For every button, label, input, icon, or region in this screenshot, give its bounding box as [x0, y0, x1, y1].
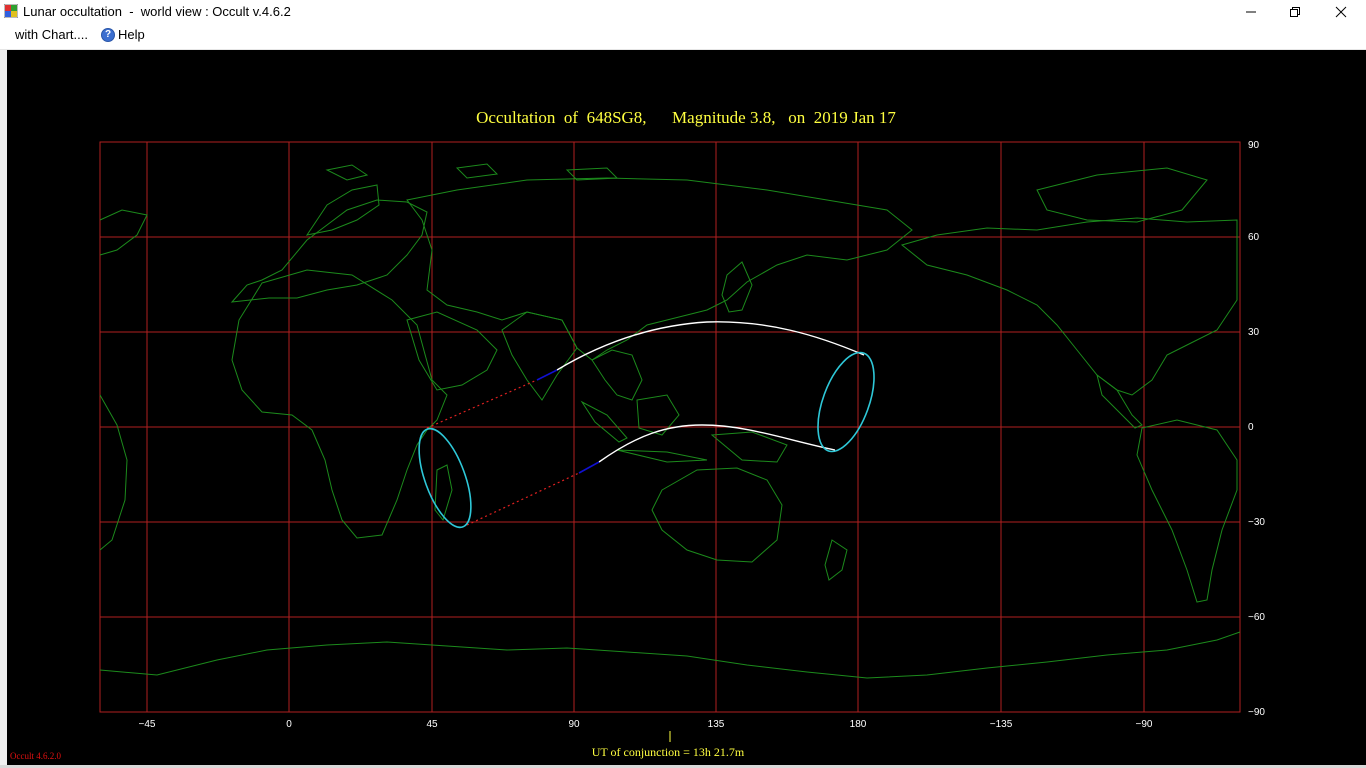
coast-borneo [636, 394, 680, 436]
world-map: Occultation of 648SG8, Magnitude 3.8, on… [99, 108, 1265, 759]
coastlines [99, 163, 1241, 679]
coast-new-zealand [824, 539, 848, 581]
longitude-label: 135 [708, 719, 725, 730]
longitude-label: 0 [286, 719, 292, 730]
latitude-label: 0 [1248, 422, 1254, 433]
restore-button[interactable] [1272, 0, 1318, 23]
conjunction-label: UT of conjunction = 13h 21.7m [592, 745, 745, 759]
coast-sumatra [580, 400, 628, 443]
longitude-label: −90 [1136, 719, 1153, 730]
longitude-label: −45 [139, 719, 156, 730]
menu-help[interactable]: ? Help [101, 27, 145, 42]
window-title-bar: Lunar occultation - world view : Occult … [0, 0, 1366, 23]
version-label: Occult 4.6.2.0 [10, 751, 61, 761]
longitude-labels: −45 0 45 90 135 180 −135 −90 [139, 719, 1153, 730]
menu-help-label: Help [118, 27, 145, 42]
path-below-horizon-south [466, 472, 580, 526]
coast-central-america [1096, 373, 1143, 429]
path-twilight-south [578, 461, 600, 474]
path-twilight-north [536, 369, 558, 381]
coast-north-america [900, 217, 1238, 396]
path-south-limit [598, 424, 836, 463]
coast-antarctica [99, 631, 1241, 679]
coast-asia-north [406, 177, 913, 361]
coast-west-edge-north [99, 209, 148, 256]
menu-with-chart[interactable]: with Chart.... [15, 27, 88, 42]
coast-australia [651, 467, 783, 563]
graticule-grid [99, 141, 1241, 713]
coast-south-america [1136, 419, 1238, 603]
coast-se-asia [591, 349, 643, 401]
longitude-label: 45 [426, 719, 438, 730]
coast-scandinavia [305, 184, 380, 236]
longitude-label: 180 [850, 719, 867, 730]
longitude-label: 90 [568, 719, 580, 730]
latitude-label: 90 [1248, 140, 1260, 151]
coast-greenland [1036, 167, 1208, 223]
minimize-button[interactable] [1228, 0, 1274, 23]
longitude-label: −135 [990, 719, 1013, 730]
latitude-labels: 90 60 30 0 −30 −60 −90 [1248, 140, 1265, 718]
coast-west-edge [99, 394, 128, 551]
close-button[interactable] [1318, 0, 1364, 23]
latitude-label: 60 [1248, 232, 1260, 243]
latitude-label: −60 [1248, 612, 1265, 623]
coast-madagascar [434, 464, 453, 522]
shadow-ellipse-east [817, 351, 875, 453]
shadow-ellipse-west [418, 427, 472, 529]
window-title: Lunar occultation - world view : Occult … [23, 4, 291, 19]
coast-africa [231, 269, 448, 539]
help-icon: ? [101, 27, 115, 42]
minimize-icon [1246, 11, 1256, 12]
menu-bar: with Chart.... ? Help [0, 23, 1366, 50]
map-title: Occultation of 648SG8, Magnitude 3.8, on… [476, 108, 896, 127]
path-north-limit [556, 321, 865, 371]
occultation-path [418, 321, 875, 529]
coast-japan [721, 261, 753, 313]
latitude-label: −30 [1248, 517, 1265, 528]
coast-india [501, 311, 578, 401]
close-icon [1335, 6, 1347, 17]
coast-arabia [406, 311, 498, 391]
world-map-canvas: Occultation of 648SG8, Magnitude 3.8, on… [7, 50, 1366, 766]
latitude-label: 30 [1248, 327, 1260, 338]
app-icon [4, 4, 18, 18]
coast-europe [230, 199, 428, 303]
coast-java [616, 449, 708, 463]
latitude-label: −90 [1248, 707, 1265, 718]
restore-icon [1290, 6, 1300, 17]
